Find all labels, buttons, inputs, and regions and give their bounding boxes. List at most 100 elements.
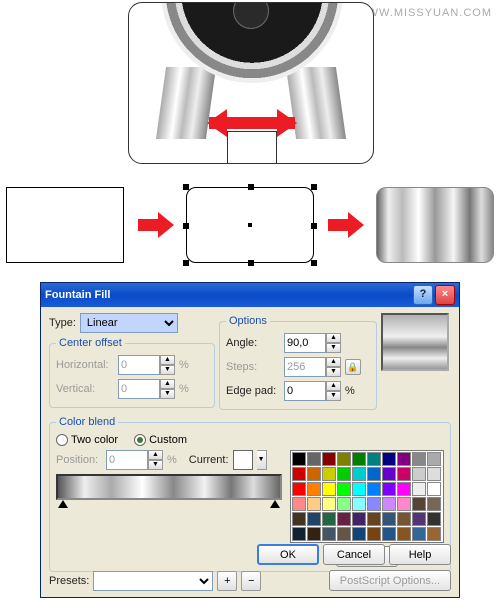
color-swatch[interactable] — [322, 482, 336, 496]
gradient-bar[interactable] — [56, 474, 282, 500]
spin-up-icon[interactable]: ▲ — [160, 379, 175, 389]
color-swatch[interactable] — [352, 527, 366, 541]
color-swatch[interactable] — [397, 512, 411, 526]
spin-up-icon[interactable]: ▲ — [148, 450, 163, 460]
color-swatch[interactable] — [307, 482, 321, 496]
close-button[interactable]: × — [435, 285, 455, 305]
color-swatch[interactable] — [337, 497, 351, 511]
selection-center[interactable] — [248, 223, 252, 227]
angle-spinner[interactable]: ▲▼ — [284, 333, 341, 353]
color-swatch[interactable] — [352, 482, 366, 496]
selection-handle[interactable] — [311, 260, 317, 266]
color-swatch[interactable] — [397, 482, 411, 496]
color-swatch[interactable] — [382, 467, 396, 481]
color-swatch[interactable] — [412, 452, 426, 466]
edgepad-spinner[interactable]: ▲▼ — [284, 381, 341, 401]
color-swatch[interactable] — [412, 497, 426, 511]
angle-input[interactable] — [284, 333, 326, 353]
color-swatch[interactable] — [292, 512, 306, 526]
vertical-spinner[interactable]: ▲▼ — [118, 379, 175, 399]
color-swatch[interactable] — [292, 497, 306, 511]
color-swatch[interactable] — [367, 512, 381, 526]
color-swatch[interactable] — [307, 527, 321, 541]
color-swatch[interactable] — [427, 482, 441, 496]
color-swatch[interactable] — [427, 527, 441, 541]
color-swatch[interactable] — [337, 482, 351, 496]
cancel-button[interactable]: Cancel — [323, 544, 385, 565]
edgepad-input[interactable] — [284, 381, 326, 401]
color-swatch[interactable] — [292, 527, 306, 541]
color-swatch[interactable] — [412, 482, 426, 496]
color-swatch[interactable] — [307, 512, 321, 526]
color-swatch[interactable] — [382, 497, 396, 511]
color-swatch[interactable] — [322, 527, 336, 541]
gradient-marker[interactable] — [270, 495, 280, 508]
color-swatch[interactable] — [337, 452, 351, 466]
help-button[interactable]: ? — [413, 285, 433, 305]
spin-up-icon[interactable]: ▲ — [326, 357, 341, 367]
steps-input[interactable] — [284, 357, 326, 377]
selection-handle[interactable] — [248, 184, 254, 190]
selection-handle[interactable] — [183, 223, 189, 229]
color-swatch[interactable] — [412, 512, 426, 526]
color-swatch[interactable] — [367, 482, 381, 496]
vertical-input[interactable] — [118, 379, 160, 399]
color-swatch[interactable] — [397, 467, 411, 481]
spin-down-icon[interactable]: ▼ — [160, 389, 175, 399]
color-swatch[interactable] — [367, 452, 381, 466]
postscript-button[interactable]: PostScript Options... — [329, 570, 451, 591]
color-swatch[interactable] — [352, 467, 366, 481]
spin-down-icon[interactable]: ▼ — [326, 391, 341, 401]
position-input[interactable] — [106, 450, 148, 470]
color-swatch[interactable] — [352, 452, 366, 466]
color-swatch[interactable] — [412, 527, 426, 541]
horizontal-input[interactable] — [118, 355, 160, 375]
color-swatch[interactable] — [427, 497, 441, 511]
color-swatch[interactable] — [367, 497, 381, 511]
gradient-marker[interactable] — [58, 495, 68, 508]
two-color-radio[interactable]: Two color — [56, 434, 118, 446]
color-swatch[interactable] — [322, 512, 336, 526]
color-swatch[interactable] — [337, 527, 351, 541]
ok-button[interactable]: OK — [257, 544, 319, 565]
remove-preset-button[interactable]: − — [241, 571, 261, 591]
color-swatch[interactable] — [367, 527, 381, 541]
color-swatch[interactable] — [337, 467, 351, 481]
color-swatch[interactable] — [352, 497, 366, 511]
spin-up-icon[interactable]: ▲ — [326, 333, 341, 343]
color-swatch[interactable] — [397, 497, 411, 511]
color-swatch[interactable] — [427, 467, 441, 481]
color-swatch[interactable] — [382, 452, 396, 466]
color-swatch[interactable] — [337, 512, 351, 526]
color-swatch[interactable] — [427, 452, 441, 466]
color-swatch[interactable] — [397, 527, 411, 541]
selection-handle[interactable] — [248, 260, 254, 266]
color-swatch[interactable] — [382, 527, 396, 541]
spin-down-icon[interactable]: ▼ — [148, 460, 163, 470]
color-swatch[interactable] — [427, 512, 441, 526]
lock-icon[interactable]: 🔒 — [345, 359, 361, 375]
position-spinner[interactable]: ▲▼ — [106, 450, 163, 470]
color-swatch[interactable] — [322, 497, 336, 511]
color-swatch[interactable] — [382, 512, 396, 526]
dialog-titlebar[interactable]: Fountain Fill ? × — [41, 283, 459, 307]
color-swatch[interactable] — [292, 467, 306, 481]
color-swatch[interactable] — [307, 452, 321, 466]
current-color-swatch[interactable] — [233, 450, 253, 470]
color-swatches[interactable] — [290, 450, 444, 543]
spin-down-icon[interactable]: ▼ — [326, 343, 341, 353]
color-swatch[interactable] — [397, 452, 411, 466]
add-preset-button[interactable]: + — [217, 571, 237, 591]
color-swatch[interactable] — [382, 482, 396, 496]
spin-down-icon[interactable]: ▼ — [160, 365, 175, 375]
color-swatch[interactable] — [322, 467, 336, 481]
color-swatch[interactable] — [292, 452, 306, 466]
steps-spinner[interactable]: ▲▼ — [284, 357, 341, 377]
spin-up-icon[interactable]: ▲ — [160, 355, 175, 365]
selection-handle[interactable] — [311, 184, 317, 190]
color-swatch[interactable] — [307, 467, 321, 481]
selection-handle[interactable] — [311, 223, 317, 229]
color-swatch[interactable] — [307, 497, 321, 511]
type-select[interactable]: Linear — [80, 313, 178, 333]
horizontal-spinner[interactable]: ▲▼ — [118, 355, 175, 375]
